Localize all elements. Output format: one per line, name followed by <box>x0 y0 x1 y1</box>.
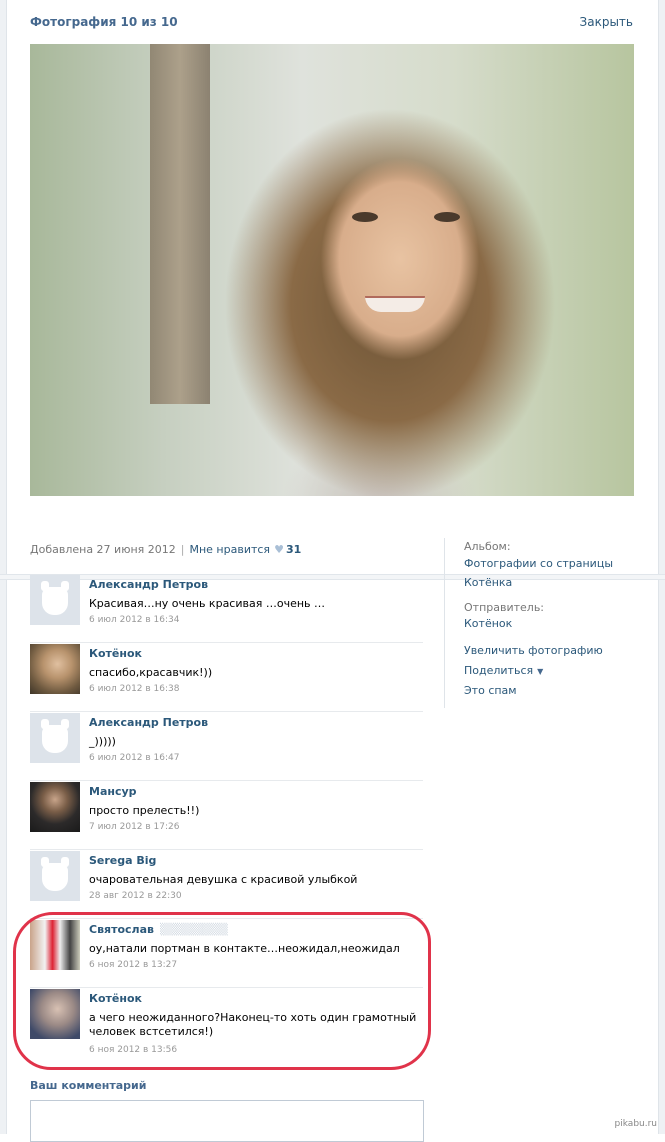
photo-smile <box>365 296 425 312</box>
comment-item: Котёнок спасибо,красавчик!)) 6 июл 2012 … <box>30 643 423 712</box>
photo-eye-right <box>434 212 460 222</box>
album-block: Альбом: Фотографии со страницы Котёнка <box>464 540 654 589</box>
comment-date[interactable]: 6 июл 2012 в 16:34 <box>89 615 180 625</box>
report-spam-link[interactable]: Это спам <box>464 684 654 697</box>
comment-item: Александр Петров _))))) 6 июл 2012 в 16:… <box>30 712 423 781</box>
heart-icon[interactable]: ♥ <box>274 543 284 556</box>
comment-text: просто прелесть!!) <box>89 804 200 817</box>
author-name[interactable]: Serega Big <box>89 854 156 867</box>
default-avatar-icon[interactable] <box>30 851 80 901</box>
album-link[interactable]: Фотографии со страницы Котёнка <box>464 557 654 589</box>
like-count: 31 <box>285 543 302 556</box>
comment-author[interactable]: Serega Big <box>89 854 156 867</box>
album-link-line1[interactable]: Фотографии со страницы <box>464 557 654 570</box>
comment-author[interactable]: Александр Петров <box>89 716 208 729</box>
comment-input[interactable] <box>30 1100 424 1142</box>
comment-date[interactable]: 6 ноя 2012 в 13:27 <box>89 960 177 970</box>
comment-date[interactable]: 7 июл 2012 в 17:26 <box>89 822 180 832</box>
photo-sidebar: Альбом: Фотографии со страницы Котёнка О… <box>464 540 654 704</box>
avatar[interactable] <box>30 782 80 832</box>
author-name[interactable]: Александр Петров <box>89 578 208 591</box>
main-photo[interactable] <box>30 44 634 496</box>
compose-label: Ваш комментарий <box>30 1079 147 1092</box>
comment-date[interactable]: 6 июл 2012 в 16:38 <box>89 684 180 694</box>
default-avatar-icon[interactable] <box>30 713 80 763</box>
added-date: Добавлена 27 июня 2012 <box>30 543 176 556</box>
photo-counter-title: Фотография 10 из 10 <box>30 15 178 29</box>
album-link-line2[interactable]: Котёнка <box>464 576 654 589</box>
comment-item: Serega Big очаровательная девушка с крас… <box>30 850 423 919</box>
left-edge <box>0 0 7 1134</box>
comment-item: Котёнок а чего неожиданного?Наконец-то х… <box>30 988 423 1060</box>
photo-eye-left <box>352 212 378 222</box>
author-name[interactable]: Мансур <box>89 785 137 798</box>
avatar[interactable] <box>30 920 80 970</box>
comment-item: Александр Петров Красивая…ну очень краси… <box>30 574 423 643</box>
column-divider <box>444 538 445 708</box>
comment-item: Мансур просто прелесть!!) 7 июл 2012 в 1… <box>30 781 423 850</box>
author-hidden-surname: ▒▒▒▒▒▒▒▒ <box>160 923 228 936</box>
like-link[interactable]: Мне нравится <box>189 543 270 556</box>
comment-text: Красивая…ну очень красивая …очень … <box>89 597 326 610</box>
comment-date[interactable]: 28 авг 2012 в 22:30 <box>89 891 182 901</box>
comment-author[interactable]: Святослав ▒▒▒▒▒▒▒▒ <box>89 923 228 936</box>
comment-text: а чего неожиданного?Наконец-то хоть один… <box>89 1011 417 1038</box>
sender-link[interactable]: Котёнок <box>464 617 654 630</box>
comment-item: Святослав ▒▒▒▒▒▒▒▒ оу,натали портман в ко… <box>30 919 423 988</box>
comment-text: очаровательная девушка с красивой улыбко… <box>89 873 358 886</box>
comment-text: спасибо,красавчик!)) <box>89 666 213 679</box>
comment-date[interactable]: 6 ноя 2012 в 13:56 <box>89 1045 177 1055</box>
author-name[interactable]: Святослав <box>89 923 154 936</box>
close-link[interactable]: Закрыть <box>580 15 633 29</box>
viewer-header: Фотография 10 из 10 Закрыть <box>30 14 633 34</box>
enlarge-photo-link[interactable]: Увеличить фотографию <box>464 644 654 657</box>
comment-date[interactable]: 6 июл 2012 в 16:47 <box>89 753 180 763</box>
comment-author[interactable]: Мансур <box>89 785 137 798</box>
author-name[interactable]: Котёнок <box>89 647 142 660</box>
share-link[interactable]: Поделиться ▼ <box>464 664 654 677</box>
author-name[interactable]: Александр Петров <box>89 716 208 729</box>
author-name[interactable]: Котёнок <box>89 992 142 1005</box>
photo-actions: Увеличить фотографию Поделиться ▼ Это спа… <box>464 644 654 697</box>
album-label: Альбом: <box>464 540 511 553</box>
comment-text: _))))) <box>89 735 116 748</box>
chevron-down-icon[interactable]: ▼ <box>537 667 543 676</box>
avatar[interactable] <box>30 644 80 694</box>
comment-author[interactable]: Котёнок <box>89 647 142 660</box>
share-label[interactable]: Поделиться <box>464 664 533 677</box>
comment-author[interactable]: Александр Петров <box>89 578 208 591</box>
comment-author[interactable]: Котёнок <box>89 992 142 1005</box>
watermark: pikabu.ru <box>614 1119 657 1129</box>
comment-text: оу,натали портман в контакте…неожидал,не… <box>89 942 400 955</box>
sender-block: Отправитель: Котёнок <box>464 601 654 630</box>
default-avatar-icon[interactable] <box>30 575 80 625</box>
meta-separator: | <box>180 543 185 556</box>
right-edge <box>658 0 665 1134</box>
comment-list: Александр Петров Красивая…ну очень краси… <box>30 574 423 1060</box>
photo-meta: Добавлена 27 июня 2012 | Мне нравится ♥ 31 <box>30 543 301 556</box>
sender-label: Отправитель: <box>464 601 545 614</box>
photo-tree-trunk <box>150 44 210 404</box>
avatar[interactable] <box>30 989 80 1039</box>
